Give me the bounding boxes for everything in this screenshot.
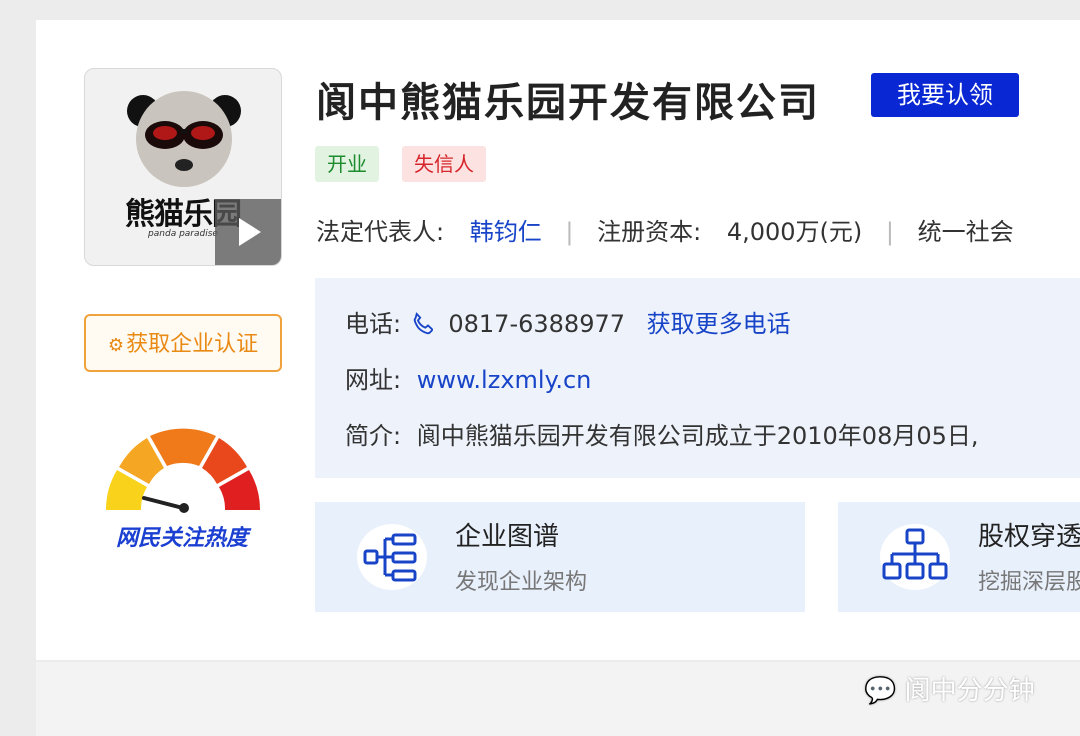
more-phones-link[interactable]: 获取更多电话 (647, 310, 791, 338)
phone-number[interactable]: 0817-6388977 (448, 310, 625, 338)
capital-label: 注册资本: (597, 218, 702, 246)
heat-gauge (105, 428, 261, 513)
get-certification-button[interactable]: ⚙获取企业认证 (84, 314, 282, 372)
company-logo[interactable]: 熊猫乐园 panda paradise (84, 68, 282, 266)
heat-label: 网民关注热度 (115, 526, 248, 551)
watermark: 💬 阆中分分钟 (864, 670, 1035, 707)
website-row: 网址: www.lzxmly.cn (345, 360, 591, 400)
divider: | (565, 218, 574, 246)
status-badge-open: 开业 (315, 146, 379, 182)
intro-text: 阆中熊猫乐园开发有限公司成立于2010年08月05日, (416, 422, 979, 450)
claim-button[interactable]: 我要认领 (871, 73, 1019, 117)
divider: | (885, 218, 895, 246)
play-icon[interactable] (215, 199, 281, 265)
feature-subtitle: 发现企业架构 (455, 570, 588, 595)
company-name: 阆中熊猫乐园开发有限公司 (316, 80, 820, 126)
credit-code-label: 统一社会 (917, 218, 1014, 246)
legal-rep-label: 法定代表人: (316, 218, 445, 246)
cert-label: 获取企业认证 (126, 332, 259, 357)
feature-subtitle: 挖掘深层股 (978, 570, 1080, 595)
contact-panel: 电话: 0817-6388977 获取更多电话 网址: www.lzxmly.c… (315, 278, 1080, 478)
status-badge-dishonest[interactable]: 失信人 (402, 146, 486, 182)
intro-label: 简介: (345, 422, 402, 450)
watermark-text: 阆中分分钟 (904, 676, 1035, 706)
capital-value: 4,000万(元) (726, 218, 863, 246)
badge-icon: ⚙ (107, 335, 125, 356)
wechat-icon: 💬 (864, 676, 897, 706)
panda-icon (127, 91, 241, 187)
legal-rep-link[interactable]: 韩钧仁 (470, 218, 542, 246)
phone-icon (413, 312, 433, 335)
feature-title: 股权穿透 (978, 522, 1080, 552)
hierarchy-icon (880, 524, 950, 590)
website-link[interactable]: www.lzxmly.cn (417, 366, 592, 394)
phone-row: 电话: 0817-6388977 获取更多电话 (345, 304, 791, 344)
feature-card-equity[interactable]: 股权穿透 挖掘深层股 (838, 502, 1080, 612)
basic-info-row: 法定代表人: 韩钧仁 | 注册资本: 4,000万(元) | 统一社会 (316, 212, 1014, 252)
intro-row: 简介: 阆中熊猫乐园开发有限公司成立于2010年08月05日, (345, 416, 979, 456)
org-chart-icon (357, 524, 427, 590)
website-label: 网址: (345, 366, 402, 394)
feature-card-org-chart[interactable]: 企业图谱 发现企业架构 (315, 502, 805, 612)
phone-label: 电话: (345, 310, 402, 338)
feature-title: 企业图谱 (455, 522, 560, 552)
